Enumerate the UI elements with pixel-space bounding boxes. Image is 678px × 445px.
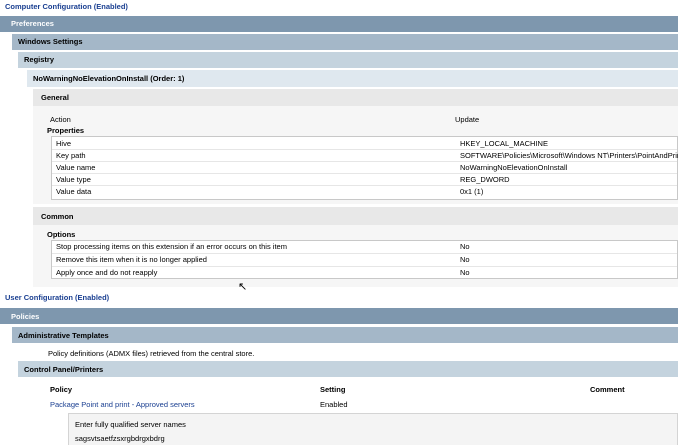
admx-note: Policy definitions (ADMX files) retrieve… — [48, 349, 255, 358]
preferences-bar[interactable]: Preferences — [0, 16, 678, 32]
property-name: Value type — [56, 175, 91, 184]
mouse-cursor-icon: ↖ — [238, 281, 248, 293]
detail-label: Enter fully qualified server names — [75, 420, 186, 429]
option-value: No — [460, 268, 470, 277]
property-value: HKEY_LOCAL_MACHINE — [460, 139, 548, 148]
policies-label: Policies — [11, 312, 40, 321]
column-header-comment: Comment — [590, 385, 625, 394]
property-value: REG_DWORD — [460, 175, 510, 184]
properties-table — [51, 136, 678, 200]
property-name: Value data — [56, 187, 92, 196]
preferences-label: Preferences — [11, 19, 54, 28]
control-panel-printers-bar[interactable]: Control Panel/Printers — [18, 361, 678, 377]
registry-item-title: NoWarningNoElevationOnInstall (Order: 1) — [33, 74, 185, 83]
registry-item-bar[interactable]: NoWarningNoElevationOnInstall (Order: 1) — [27, 70, 678, 87]
properties-label: Properties — [47, 126, 85, 135]
general-header[interactable]: General — [33, 89, 678, 106]
general-header-label: General — [41, 93, 69, 102]
property-value: NoWarningNoElevationOnInstall — [460, 163, 568, 172]
admin-templates-label: Administrative Templates — [18, 331, 109, 340]
detail-value: sagsvtsaetfzsxrgbdrgxbdrg — [75, 434, 165, 443]
policy-setting-value: Enabled — [320, 400, 348, 409]
option-value: No — [460, 255, 470, 264]
option-value: No — [460, 242, 470, 251]
action-value: Update — [455, 115, 480, 124]
policy-link-package-point-and-print[interactable]: Package Point and print - Approved serve… — [50, 400, 195, 409]
control-panel-printers-label: Control Panel/Printers — [24, 365, 104, 374]
registry-bar[interactable]: Registry — [18, 52, 678, 68]
column-header-policy: Policy — [50, 385, 73, 394]
common-header-label: Common — [41, 212, 74, 221]
property-value: 0x1 (1) — [460, 187, 484, 196]
common-header[interactable]: Common — [33, 207, 678, 225]
windows-settings-bar[interactable]: Windows Settings — [12, 34, 678, 50]
property-name: Value name — [56, 163, 96, 172]
option-name: Apply once and do not reapply — [56, 268, 158, 277]
policies-bar[interactable]: Policies — [0, 308, 678, 324]
user-config-title[interactable]: User Configuration (Enabled) — [5, 293, 109, 302]
action-label: Action — [50, 115, 71, 124]
property-name: Key path — [56, 151, 86, 160]
option-name: Remove this item when it is no longer ap… — [56, 255, 207, 264]
column-header-setting: Setting — [320, 385, 346, 394]
windows-settings-label: Windows Settings — [18, 37, 83, 46]
property-value: SOFTWARE\Policies\Microsoft\Windows NT\P… — [460, 151, 678, 160]
admin-templates-bar[interactable]: Administrative Templates — [12, 327, 678, 343]
property-name: Hive — [56, 139, 72, 148]
option-name: Stop processing items on this extension … — [56, 242, 287, 251]
options-label: Options — [47, 230, 76, 239]
computer-config-title[interactable]: Computer Configuration (Enabled) — [5, 2, 128, 11]
registry-label: Registry — [24, 55, 55, 64]
